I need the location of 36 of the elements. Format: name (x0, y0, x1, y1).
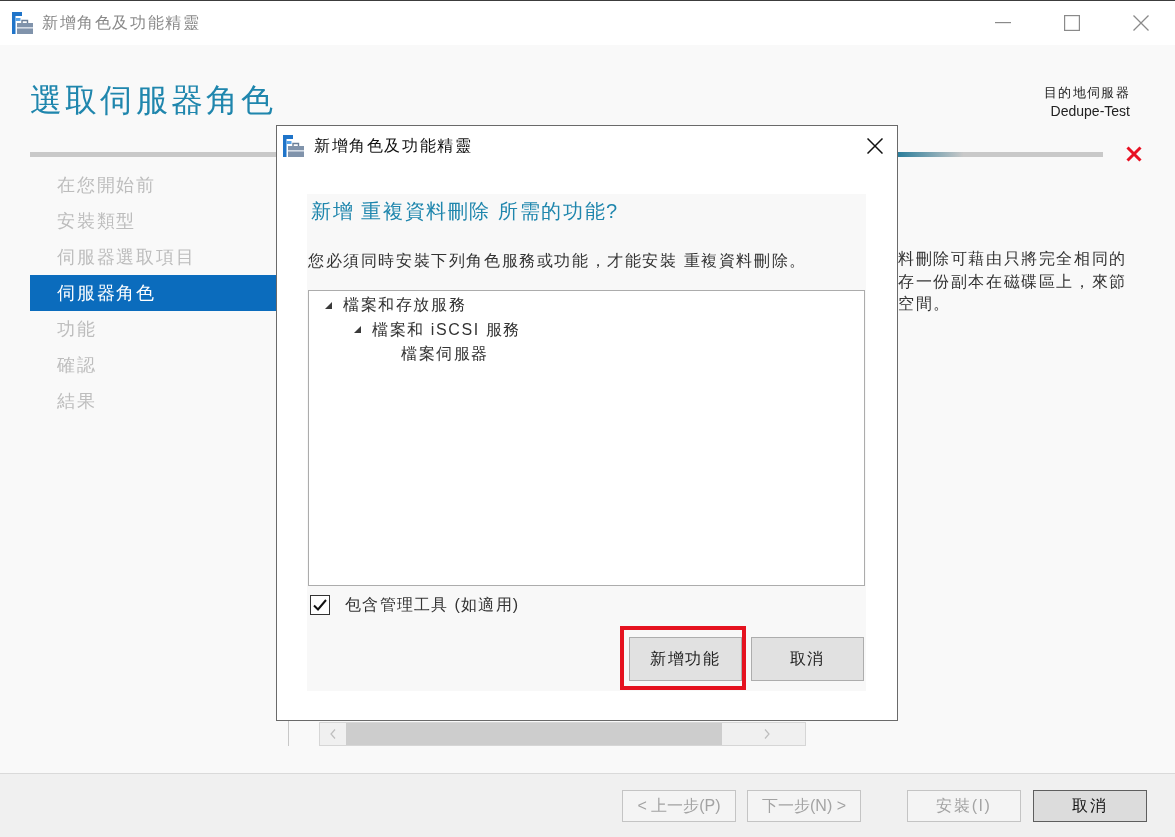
dialog-title: 新增角色及功能精靈 (314, 136, 473, 156)
expanded-triangle-icon[interactable] (325, 301, 332, 309)
page-heading: 選取伺服器角色 (30, 81, 277, 120)
dialog-heading: 新增 重複資料刪除 所需的功能? (311, 199, 620, 224)
minimize-icon (994, 22, 1011, 24)
checkbox-label: 包含管理工具 (如適用) (345, 595, 520, 615)
action-button[interactable]: 取消 (1033, 789, 1147, 822)
close-icon (1132, 15, 1149, 31)
description-text: 空間。 (898, 294, 952, 314)
horizontal-scrollbar[interactable] (319, 722, 806, 746)
close-icon (867, 138, 883, 154)
dialog-button[interactable]: 取消 (751, 637, 864, 681)
x-mark-icon (1126, 146, 1142, 162)
destination-label: 目的地伺服器 (1044, 84, 1130, 102)
checkbox[interactable] (310, 595, 330, 615)
wizard-step[interactable]: 確認 (30, 347, 276, 383)
tree-item-label: 檔案和 iSCSI 服務 (372, 319, 521, 340)
checkmark-icon (313, 599, 327, 611)
maximize-icon (1063, 15, 1080, 31)
wizard-step[interactable]: 在您開始前 (30, 167, 276, 203)
tree-item-label: 檔案伺服器 (401, 344, 489, 365)
destination-server: Dedupe-Test (1050, 102, 1130, 121)
wizard-step[interactable]: 安裝類型 (30, 203, 276, 239)
dialog-button[interactable]: 新增功能 (629, 637, 742, 681)
tree-item-label: 檔案和存放服務 (343, 295, 467, 316)
wizard-step[interactable]: 結果 (30, 383, 276, 419)
wizard-step[interactable]: 伺服器選取項目 (30, 239, 276, 275)
description-text: 料刪除可藉由只將完全相同的 (898, 249, 1127, 269)
wizard-step[interactable]: 伺服器角色 (30, 275, 276, 311)
wizard-step[interactable]: 功能 (30, 311, 276, 347)
window-title: 新增角色及功能精靈 (42, 13, 201, 33)
expanded-triangle-icon[interactable] (354, 326, 361, 334)
description-text: 存一份副本在磁碟區上，來節 (898, 271, 1127, 292)
briefcase-icon (12, 12, 33, 34)
briefcase-icon (283, 135, 304, 157)
dialog-message: 您必須同時安裝下列角色服務或功能，才能安裝 重複資料刪除。 (308, 251, 808, 271)
